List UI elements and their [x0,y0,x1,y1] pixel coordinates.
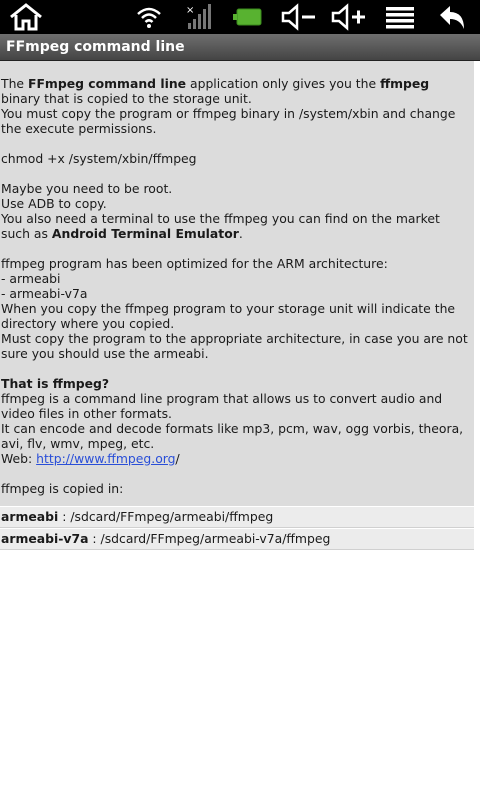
svg-text:×: × [186,5,194,16]
volume-up-icon[interactable] [329,0,369,34]
intro-text: application only gives you the [186,76,381,91]
root-text: . [238,226,243,241]
page-title: FFmpeg command line [6,39,185,55]
arch-paragraph: ffmpeg program has been optimized for th… [0,256,474,361]
root-paragraph: Maybe you need to be root. Use ADB to co… [0,181,474,241]
intro-text: You must copy the program or ffmpeg bina… [1,106,456,136]
home-icon[interactable] [6,0,46,34]
install-paths-list: armeabi : /sdcard/FFmpeg/armeabi/ffmpeg … [0,506,474,550]
back-icon[interactable] [432,0,472,34]
terminal-app-name: Android Terminal Emulator [51,226,239,241]
root-text: Use ADB to copy. [1,196,107,211]
arch-text: Must copy the program to the appropriate… [1,331,468,361]
install-path: /sdcard/FFmpeg/armeabi-v7a/ffmpeg [100,531,331,546]
root-text: Maybe you need to be root. [1,181,173,196]
arch-text: When you copy the ffmpeg program to your… [1,301,456,331]
separator: : [58,509,71,524]
separator: : [88,531,101,546]
web-label: Web: [1,451,37,466]
intro-text: The [1,76,28,91]
arch-text: ffmpeg program has been optimized for th… [1,256,388,271]
about-text: It can encode and decode formats like mp… [1,421,464,451]
list-item: armeabi-v7a : /sdcard/FFmpeg/armeabi-v7a… [0,528,474,550]
battery-icon [232,0,266,34]
status-bar: × [0,0,480,34]
web-suffix: / [175,451,180,466]
arch-item: - armeabi [1,271,61,286]
app-name: FFmpeg command line [27,76,187,91]
about-heading: That is ffmpeg? [1,376,110,391]
binary-name: ffmpeg [380,76,430,91]
about-text: ffmpeg is a command line program that al… [1,391,443,421]
chmod-command: chmod +x /system/xbin/ffmpeg [1,151,197,166]
volume-down-icon[interactable] [279,0,319,34]
content-body: The FFmpeg command line application only… [0,61,474,506]
list-item: armeabi : /sdcard/FFmpeg/armeabi/ffmpeg [0,506,474,528]
arch-key: armeabi [1,509,59,524]
copied-in-label: ffmpeg is copied in: [1,481,124,496]
intro-text: binary that is copied to the storage uni… [1,91,252,106]
wifi-icon [134,0,164,34]
title-bar: FFmpeg command line [0,34,480,61]
install-path: /sdcard/FFmpeg/armeabi/ffmpeg [70,509,274,524]
arch-key: armeabi-v7a [1,531,89,546]
about-paragraph: That is ffmpeg? ffmpeg is a command line… [0,376,474,466]
menu-icon[interactable] [381,0,419,34]
signal-icon: × [183,0,213,34]
ffmpeg-website-link[interactable]: http://www.ffmpeg.org [36,451,175,466]
arch-item: - armeabi-v7a [1,286,88,301]
intro-paragraph: The FFmpeg command line application only… [0,76,474,136]
